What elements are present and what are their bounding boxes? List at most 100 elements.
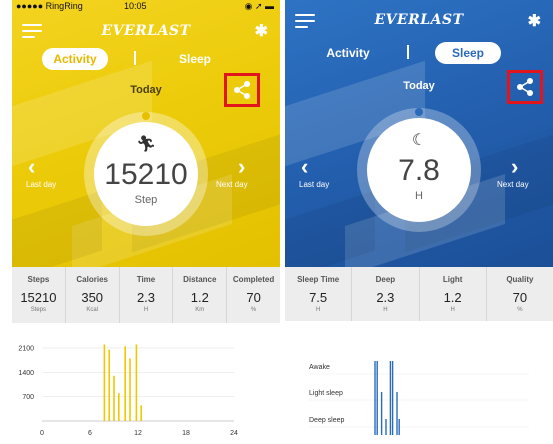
stat-value: 2.3 — [376, 290, 395, 305]
running-person-icon: 🏃︎ — [135, 136, 157, 153]
sleep-screen: EVERLAST ✱ Activity Sleep Today ☾ 7.8 H … — [285, 0, 553, 444]
brand-logo: EVERLAST — [374, 12, 464, 28]
activity-screen: ●●●●● RingRing 10:05 ◉ ➚ ▬ EVERLAST ✱ Ac… — [12, 0, 280, 444]
stat-unit: H — [383, 307, 388, 313]
tab-bar: Activity Sleep — [12, 48, 280, 70]
x-tick-label: 6 — [88, 430, 92, 437]
tab-divider — [134, 51, 136, 65]
y-category-label: Light sleep — [309, 390, 343, 397]
chevron-right-icon[interactable]: › — [238, 154, 245, 180]
tab-divider — [407, 45, 409, 59]
stat-value: 350 — [81, 290, 104, 305]
stat-unit: H — [450, 307, 455, 313]
share-icon — [234, 81, 250, 99]
stat-unit: H — [315, 307, 321, 313]
stat-unit: % — [250, 307, 257, 313]
stat-time: Time 2.3 H — [118, 267, 173, 323]
progress-ring: ☾ 7.8 H — [357, 108, 481, 232]
sleeping-person-icon: ☾ — [411, 132, 427, 149]
share-icon — [517, 78, 533, 96]
prev-day-label[interactable]: Last day — [299, 180, 329, 189]
activity-chart: 700 1400 2100 0 6 12 18 24 — [12, 335, 280, 444]
activity-chart-svg: 700 1400 2100 0 6 12 18 24 — [18, 344, 238, 437]
sleep-bar — [391, 361, 394, 435]
steps-unit: Step — [134, 194, 158, 206]
metric-panel: 🏃︎ 15210 Step — [94, 122, 198, 226]
sleep-bar — [374, 361, 376, 435]
stat-steps: Steps 15210 Steps — [12, 267, 65, 323]
stat-label: Sleep Time — [297, 275, 340, 284]
stat-value: 70 — [246, 290, 261, 305]
stat-unit: Km — [195, 307, 205, 313]
stat-label: Distance — [183, 275, 217, 284]
sleep-chart: Deep sleep Light sleep Awake — [285, 335, 553, 444]
stat-unit: Kcal — [86, 307, 99, 313]
activity-bar — [124, 346, 126, 421]
activity-bar — [113, 375, 115, 421]
bluetooth-icon[interactable]: ✱ — [255, 21, 268, 41]
tab-sleep[interactable]: Sleep — [435, 42, 501, 64]
stat-value: 7.5 — [309, 290, 328, 305]
next-day-label[interactable]: Next day — [216, 180, 248, 189]
metric-panel: ☾ 7.8 H — [367, 118, 471, 222]
stats-panel: Steps 15210 Steps Calories 350 Kcal Time 2.3 H Di… — [12, 267, 280, 323]
share-button[interactable] — [507, 70, 543, 104]
stat-label: Calories — [76, 275, 108, 284]
stat-unit: H — [143, 307, 149, 313]
chevron-left-icon[interactable]: ‹ — [28, 154, 35, 180]
y-category-label: Awake — [309, 364, 330, 371]
stat-label: Time — [136, 275, 156, 284]
stat-completed: Completed 70% — [226, 267, 280, 323]
stats-panel: Sleep Time 7.5 H Deep 2.3 H Light 1.2 H Quality 70… — [285, 267, 553, 321]
stat-value: 70 — [512, 290, 528, 305]
stat-label: Completed — [232, 275, 275, 284]
stat-unit: % — [517, 307, 523, 313]
sleep-bar — [385, 419, 387, 435]
prev-day-label[interactable]: Last day — [26, 180, 56, 189]
status-time: 10:05 — [124, 1, 147, 11]
x-tick-label: 18 — [182, 430, 190, 437]
stat-label: Deep — [375, 275, 396, 284]
sleep-chart-svg: Deep sleep Light sleep Awake — [309, 361, 529, 435]
x-tick-label: 24 — [230, 430, 238, 437]
stat-deep: Deep 2.3 H — [351, 267, 418, 321]
stat-value: 1.2 — [443, 290, 462, 305]
tab-activity[interactable]: Activity — [315, 42, 381, 64]
sleep-bar — [376, 361, 378, 435]
chevron-right-icon[interactable]: › — [511, 154, 518, 180]
y-tick-label: 2100 — [18, 345, 34, 352]
tab-activity[interactable]: Activity — [42, 48, 108, 70]
sleep-hours-unit: H — [415, 190, 423, 202]
x-tick-label: 12 — [134, 430, 142, 437]
bluetooth-icon[interactable]: ✱ — [528, 11, 541, 31]
sleep-bar — [389, 361, 392, 435]
sleep-bar — [380, 392, 383, 435]
x-tick-label: 0 — [40, 430, 44, 437]
stat-value: 15210 — [20, 290, 57, 305]
y-category-label: Deep sleep — [309, 417, 345, 424]
sleep-hours-value: 7.8 — [398, 154, 440, 187]
tab-sleep[interactable]: Sleep — [162, 48, 228, 70]
activity-bar — [108, 349, 110, 421]
activity-bar — [135, 344, 138, 421]
stat-value: 2.3 — [136, 290, 156, 305]
sleep-bar — [396, 392, 398, 435]
y-tick-label: 700 — [22, 394, 34, 401]
activity-hero: ●●●●● RingRing 10:05 ◉ ➚ ▬ EVERLAST ✱ Ac… — [12, 0, 280, 267]
y-tick-label: 1400 — [18, 370, 34, 377]
chevron-left-icon[interactable]: ‹ — [301, 154, 308, 180]
stat-label: Quality — [506, 275, 534, 284]
stat-distance: Distance 1.2 Km — [172, 267, 226, 323]
stat-unit: Steps — [30, 307, 47, 313]
activity-bar — [140, 405, 142, 421]
stat-quality: Quality 70% — [485, 267, 553, 321]
next-day-label[interactable]: Next day — [497, 180, 529, 189]
activity-bar — [103, 344, 106, 421]
stat-sleep-time: Sleep Time 7.5 H — [285, 267, 351, 321]
share-button[interactable] — [224, 73, 260, 107]
stat-value: 1.2 — [190, 290, 209, 305]
sleep-hero: EVERLAST ✱ Activity Sleep Today ☾ 7.8 H … — [285, 0, 553, 267]
activity-bar — [129, 358, 131, 421]
progress-ring: 🏃︎ 15210 Step — [84, 112, 208, 236]
status-icons: ◉ ➚ ▬ — [244, 1, 274, 11]
